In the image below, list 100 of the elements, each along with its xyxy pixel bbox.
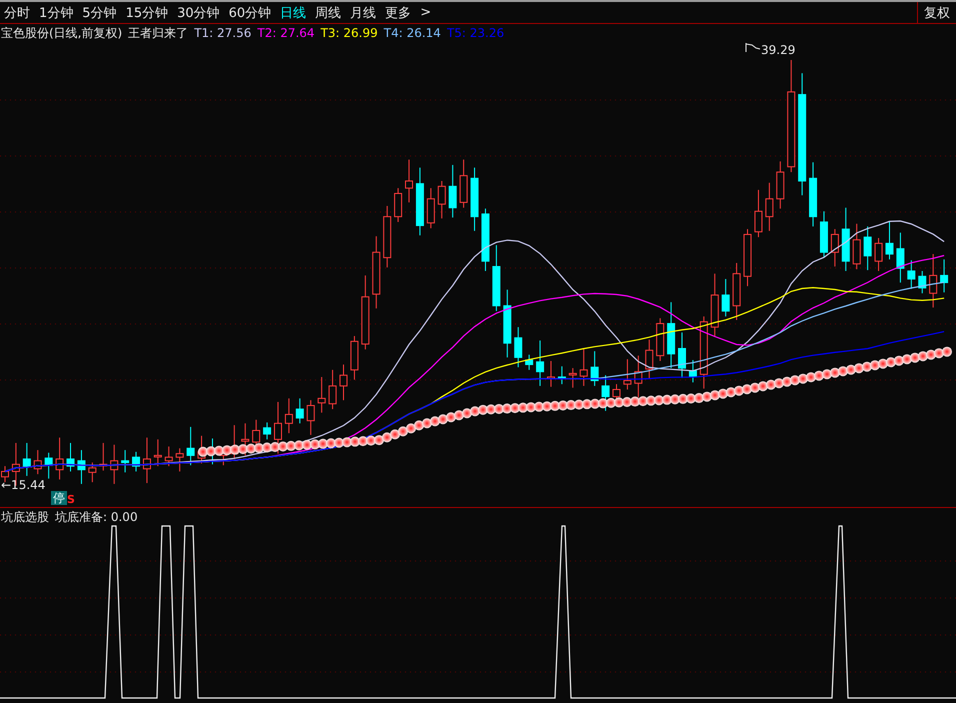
- bead-marker: [902, 354, 912, 364]
- candlestick: [460, 159, 468, 208]
- adjust-button[interactable]: 复权: [917, 2, 956, 23]
- leader-line: [746, 42, 760, 52]
- candlestick: [754, 189, 762, 238]
- period-tab[interactable]: 1分钟: [39, 4, 74, 22]
- bead-marker: [462, 408, 472, 418]
- candlestick: [568, 368, 577, 388]
- candlestick: [645, 339, 654, 380]
- candlestick: [918, 270, 926, 294]
- candlestick: [667, 302, 676, 369]
- candlestick: [328, 369, 337, 410]
- candlestick: [688, 360, 697, 383]
- candlestick: [284, 398, 293, 434]
- high-price-label: 39.29: [761, 43, 796, 57]
- candlestick: [426, 188, 435, 229]
- candlestick: [164, 446, 173, 467]
- candlestick: [514, 326, 522, 368]
- candlestick: [383, 205, 392, 268]
- candlestick: [809, 162, 818, 227]
- bead-marker: [438, 414, 448, 424]
- candlestick: [546, 360, 555, 388]
- candlestick: [503, 289, 512, 358]
- candlestick: [405, 159, 414, 203]
- candlestick: [121, 450, 130, 473]
- bead-marker: [398, 426, 408, 436]
- candlestick: [776, 160, 784, 210]
- candlestick: [907, 260, 916, 290]
- period-tab[interactable]: 15分钟: [126, 4, 168, 22]
- legend-value: T2: 27.64: [257, 26, 315, 40]
- candlestick: [874, 238, 883, 272]
- legend-value: T5: 23.26: [446, 26, 504, 40]
- bead-marker: [694, 393, 704, 404]
- period-tab[interactable]: 月线: [350, 4, 376, 22]
- candlestick: [394, 188, 402, 222]
- candlestick: [142, 437, 151, 484]
- candlestick: [318, 376, 326, 414]
- bead-marker: [430, 416, 440, 426]
- indicator-name: 王者归来了: [128, 24, 188, 42]
- halt-badge: 停: [51, 491, 67, 505]
- candlestick: [340, 364, 348, 401]
- candlestick: [820, 210, 828, 258]
- candlestick: [350, 336, 358, 380]
- bead-marker: [406, 423, 416, 434]
- candlestick: [590, 350, 599, 386]
- period-tab[interactable]: 60分钟: [228, 4, 272, 22]
- candlestick: [34, 450, 42, 475]
- bead-marker: [886, 357, 896, 368]
- more-arrow[interactable]: >: [420, 5, 432, 20]
- bead-marker: [454, 410, 464, 420]
- candlestick: [885, 221, 894, 260]
- candlestick: [154, 438, 162, 467]
- candlestick: [99, 442, 108, 472]
- candlestick: [722, 278, 730, 317]
- bead-marker: [798, 374, 808, 384]
- candlestick: [678, 332, 686, 378]
- candlestick: [864, 226, 872, 271]
- bead-marker: [374, 435, 384, 446]
- candlestick: [580, 348, 588, 386]
- candlestick: [132, 451, 140, 472]
- bead-marker: [790, 375, 800, 386]
- period-tab[interactable]: 更多: [385, 4, 412, 22]
- candlestick: [896, 232, 904, 284]
- candlestick: [263, 422, 272, 440]
- candlestick: [66, 442, 75, 472]
- period-tab[interactable]: 周线: [315, 4, 342, 22]
- legend-value: T4: 26.14: [384, 26, 441, 40]
- candlestick: [274, 401, 282, 454]
- candlestick: [56, 437, 64, 480]
- candlestick: [852, 223, 861, 270]
- bead-marker: [446, 412, 456, 422]
- candlestick: [88, 462, 96, 483]
- candlestick: [44, 452, 53, 480]
- candlestick: [438, 180, 446, 219]
- legend-value: T3: 26.99: [320, 26, 378, 40]
- candlestick: [656, 318, 664, 362]
- bead-marker: [702, 392, 712, 402]
- candlestick: [306, 400, 315, 436]
- candlestick: [765, 182, 774, 232]
- indicator-title: 坑底选股: [1, 509, 49, 526]
- candlestick: [929, 254, 938, 308]
- period-tab[interactable]: 5分钟: [82, 4, 117, 22]
- period-tab[interactable]: 30分钟: [177, 4, 220, 22]
- candlestick: [110, 444, 118, 484]
- bead-marker: [382, 432, 392, 442]
- bead-marker: [390, 429, 400, 440]
- bead-marker: [846, 364, 856, 375]
- candlestick: [842, 207, 850, 272]
- candlestick: [732, 262, 741, 320]
- candlestick: [830, 228, 839, 268]
- period-tab[interactable]: 分时: [4, 4, 30, 22]
- candlestick: [525, 354, 534, 370]
- candlestick: [22, 442, 31, 476]
- candlestick: [744, 228, 752, 287]
- candlestick: [623, 358, 632, 390]
- candlestick: [416, 167, 424, 236]
- candlestick: [558, 366, 566, 385]
- period-tab[interactable]: 日线: [280, 4, 306, 22]
- candlestick: [492, 244, 500, 312]
- candlestick: [602, 374, 610, 412]
